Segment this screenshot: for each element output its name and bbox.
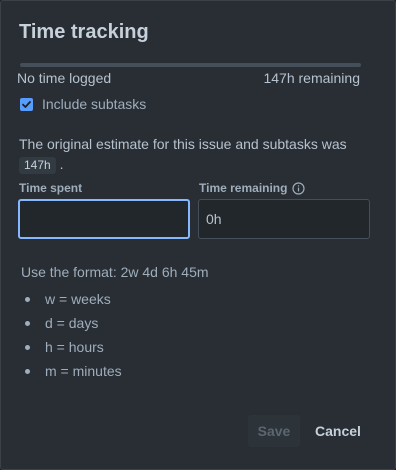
format-unit-days: d = days xyxy=(25,311,122,335)
time-spent-input[interactable] xyxy=(18,199,190,239)
format-unit-hours: h = hours xyxy=(25,335,122,359)
include-subtasks-label: Include subtasks xyxy=(42,96,147,112)
time-tracking-dialog: Time tracking No time logged 147h remain… xyxy=(0,0,396,470)
format-hint: Use the format: 2w 4d 6h 45m xyxy=(21,264,209,280)
format-unit-weeks: w = weeks xyxy=(25,287,122,311)
include-subtasks-checkbox[interactable] xyxy=(20,97,33,111)
dialog-title: Time tracking xyxy=(19,21,149,43)
estimate-value: 147h xyxy=(19,157,56,174)
time-remaining-input[interactable] xyxy=(198,199,370,239)
time-remaining-label: Time remaining xyxy=(199,181,306,195)
cancel-button[interactable]: Cancel xyxy=(309,415,367,447)
save-button[interactable]: Save xyxy=(248,415,300,447)
time-progress-bar xyxy=(20,63,361,67)
time-remaining-label-text: Time remaining xyxy=(199,181,288,195)
info-icon[interactable] xyxy=(292,181,306,195)
estimate-sentence: The original estimate for this issue and… xyxy=(19,136,347,152)
format-units-list: w = weeks d = days h = hours m = minutes xyxy=(25,287,122,383)
time-remaining-summary: 147h remaining xyxy=(263,70,360,86)
time-logged-label: No time logged xyxy=(17,70,112,86)
checkmark-icon xyxy=(22,100,31,108)
time-spent-label: Time spent xyxy=(19,181,82,195)
include-subtasks-option[interactable]: Include subtasks xyxy=(20,96,146,112)
estimate-suffix: . xyxy=(59,156,64,172)
time-spent-label-text: Time spent xyxy=(19,181,83,195)
original-estimate-text: The original estimate for this issue and… xyxy=(19,134,359,174)
format-unit-minutes: m = minutes xyxy=(25,359,122,383)
